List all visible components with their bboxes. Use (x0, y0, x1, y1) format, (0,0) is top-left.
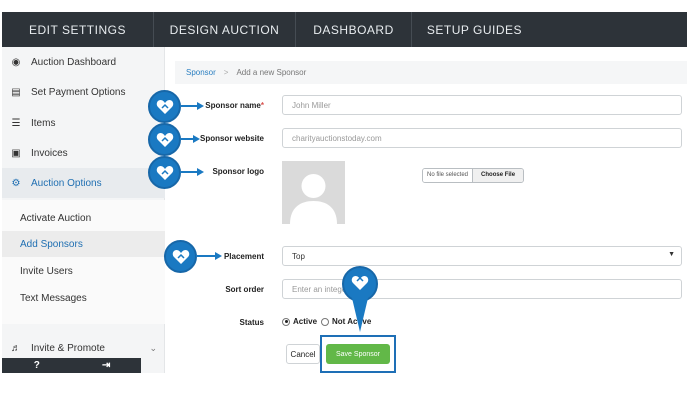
sitemap-icon: ⚙ (11, 177, 21, 189)
chevron-down-icon: ⌄ (149, 342, 157, 353)
logout-button[interactable]: ⇥ (72, 358, 142, 373)
sidebar-item-label: Auction Dashboard (31, 56, 117, 68)
sidebar-item-label: Auction Options (31, 177, 102, 189)
help-button[interactable]: ? (2, 358, 72, 373)
sponsor-name-label-text: Sponsor name (205, 101, 261, 110)
sidebar-item-set-payment-options[interactable]: ▤ Set Payment Options (2, 77, 165, 107)
pointer-arrow (196, 255, 216, 257)
sidebar-item-label: Invoices (31, 147, 68, 159)
dropdown-arrow-icon: ▼ (668, 251, 675, 258)
document-icon: ▣ (11, 147, 21, 159)
pointer-arrow-tip (215, 252, 222, 260)
sponsor-name-label: Sponsor name* (200, 101, 264, 110)
save-sponsor-button[interactable]: Save Sponsor (326, 344, 390, 364)
status-not-active-radio[interactable] (321, 317, 330, 326)
breadcrumb-sponsor-link[interactable]: Sponsor (186, 68, 216, 77)
pointer-heart-icon (148, 156, 181, 189)
sidebar: ◉ Auction Dashboard ▤ Set Payment Option… (2, 47, 165, 373)
placement-value: Top (292, 251, 305, 261)
pointer-arrow (180, 105, 198, 107)
tab-edit-settings[interactable]: EDIT SETTINGS (2, 12, 154, 47)
pointer-arrow (180, 138, 194, 140)
cancel-button[interactable]: Cancel (286, 344, 320, 364)
sidebar-item-auction-options[interactable]: ⚙ Auction Options (2, 168, 165, 198)
sponsor-website-label: Sponsor website (199, 134, 264, 143)
file-status: No file selected (423, 169, 473, 182)
sidebar-item-auction-dashboard[interactable]: ◉ Auction Dashboard (2, 47, 165, 77)
logo-placeholder (282, 161, 345, 224)
sidebar-item-label: Items (31, 117, 56, 129)
status-active-radio[interactable] (282, 317, 290, 326)
sidebar-subitem-invite-users[interactable]: Invite Users (2, 258, 165, 284)
tab-design-auction[interactable]: DESIGN AUCTION (154, 12, 296, 47)
sidebar-subitem-add-sponsors[interactable]: Add Sponsors (2, 231, 165, 257)
map-pin-heart-icon (342, 266, 378, 332)
sidebar-item-label: Invite & Promote (31, 342, 105, 354)
list-icon: ☰ (11, 117, 21, 129)
sidebar-subitem-activate-auction[interactable]: Activate Auction (2, 205, 165, 231)
sponsor-name-input[interactable]: John Miller (282, 95, 682, 115)
tab-dashboard[interactable]: DASHBOARD (296, 12, 412, 47)
pointer-heart-icon (148, 123, 181, 156)
pointer-heart-icon (164, 240, 197, 273)
megaphone-icon: ♬ (11, 342, 21, 354)
page: EDIT SETTINGS DESIGN AUCTION DASHBOARD S… (0, 0, 689, 398)
breadcrumb-separator: > (223, 68, 229, 77)
status-label: Status (239, 318, 264, 327)
file-input[interactable]: No file selected Choose File (422, 168, 525, 183)
tab-setup-guides[interactable]: SETUP GUIDES (412, 12, 537, 47)
pointer-arrow (180, 171, 198, 173)
sidebar-item-invoices[interactable]: ▣ Invoices (2, 138, 165, 168)
status-active-label: Active (293, 317, 318, 326)
required-mark: * (260, 101, 264, 110)
sidebar-item-items[interactable]: ☰ Items (2, 108, 165, 138)
sidebar-footer: ? ⇥ (2, 358, 141, 373)
sort-order-label: Sort order (225, 285, 264, 294)
sponsor-logo-label: Sponsor logo (212, 167, 264, 176)
pointer-arrow-tip (197, 168, 204, 176)
choose-file-button[interactable]: Choose File (472, 169, 524, 182)
money-icon: ▤ (11, 86, 21, 98)
pointer-heart-icon (148, 90, 181, 123)
avatar-placeholder-icon (282, 161, 345, 224)
sidebar-subitem-text-messages[interactable]: Text Messages (2, 285, 165, 311)
pointer-arrow-tip (193, 135, 200, 143)
top-nav: EDIT SETTINGS DESIGN AUCTION DASHBOARD S… (2, 12, 687, 47)
sidebar-item-label: Set Payment Options (31, 86, 126, 98)
breadcrumb-current: Add a new Sponsor (236, 68, 307, 77)
pointer-arrow-tip (197, 102, 204, 110)
breadcrumb: Sponsor > Add a new Sponsor (175, 61, 687, 84)
palette-icon: ◉ (11, 56, 21, 68)
placement-select[interactable]: Top ▼ (282, 246, 682, 266)
sponsor-website-input[interactable]: charityauctionstoday.com (282, 128, 682, 148)
